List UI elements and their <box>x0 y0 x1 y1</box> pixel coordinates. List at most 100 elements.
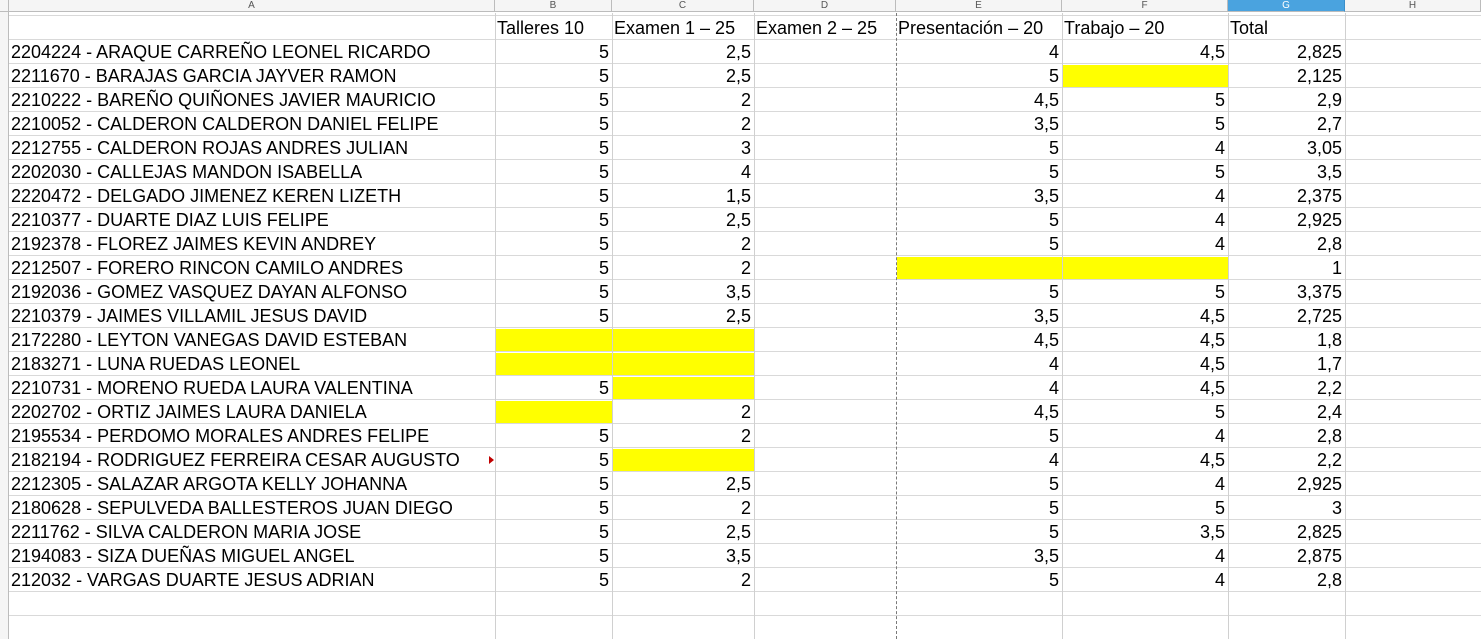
select-all-corner[interactable] <box>0 0 9 12</box>
grade-cell[interactable]: 1,7 <box>1229 352 1345 375</box>
grade-cell[interactable]: 5 <box>1063 88 1228 111</box>
grade-cell[interactable]: 2,5 <box>613 304 754 327</box>
grade-cell[interactable]: 4,5 <box>1063 352 1228 375</box>
grade-cell[interactable]: 3 <box>613 136 754 159</box>
grade-cell[interactable]: 4 <box>897 40 1062 63</box>
grade-cell[interactable]: 2,2 <box>1229 376 1345 399</box>
student-name-cell[interactable]: 2210731 - MORENO RUEDA LAURA VALENTINA <box>10 376 495 399</box>
column-header-d[interactable]: D <box>754 0 896 12</box>
grade-cell[interactable]: 4 <box>1063 472 1228 495</box>
grade-cell[interactable]: 3,5 <box>897 184 1062 207</box>
grade-cell[interactable]: 5 <box>496 544 612 567</box>
grade-cell[interactable]: 5 <box>496 160 612 183</box>
student-name-cell[interactable]: 2182194 - RODRIGUEZ FERREIRA CESAR AUGUS… <box>10 448 495 471</box>
student-name-cell[interactable]: 2210222 - BAREÑO QUIÑONES JAVIER MAURICI… <box>10 88 495 111</box>
grade-cell[interactable]: 5 <box>897 64 1062 87</box>
grade-cell[interactable]: 4,5 <box>1063 304 1228 327</box>
grade-cell[interactable]: 2,5 <box>613 208 754 231</box>
grade-cell[interactable]: 2 <box>613 424 754 447</box>
grade-cell[interactable]: 5 <box>1063 496 1228 519</box>
grade-cell[interactable]: 5 <box>1063 280 1228 303</box>
grade-cell[interactable]: 5 <box>1063 112 1228 135</box>
grade-cell[interactable]: 2,825 <box>1229 40 1345 63</box>
grade-cell[interactable]: 2,4 <box>1229 400 1345 423</box>
header-cell-c[interactable]: Examen 1 – 25 <box>613 16 754 39</box>
grade-cell[interactable]: 5 <box>496 232 612 255</box>
student-name-cell[interactable]: 2202702 - ORTIZ JAIMES LAURA DANIELA <box>10 400 495 423</box>
grade-cell[interactable]: 5 <box>496 568 612 591</box>
grade-cell[interactable]: 2 <box>613 112 754 135</box>
grade-cell[interactable]: 3,5 <box>897 544 1062 567</box>
student-name-cell[interactable]: 2212755 - CALDERON ROJAS ANDRES JULIAN <box>10 136 495 159</box>
grade-cell[interactable]: 5 <box>496 376 612 399</box>
header-cell-e[interactable]: Presentación – 20 <box>897 16 1062 39</box>
grade-cell[interactable]: 3,5 <box>1063 520 1228 543</box>
grade-cell[interactable]: 2,2 <box>1229 448 1345 471</box>
grade-cell[interactable]: 2,7 <box>1229 112 1345 135</box>
grade-cell[interactable]: 4 <box>1063 544 1228 567</box>
grade-cell[interactable]: 3,5 <box>897 304 1062 327</box>
grade-cell[interactable]: 5 <box>496 496 612 519</box>
grade-cell[interactable]: 4 <box>1063 208 1228 231</box>
grade-cell[interactable]: 2 <box>613 256 754 279</box>
student-name-cell[interactable]: 2211670 - BARAJAS GARCIA JAYVER RAMON <box>10 64 495 87</box>
student-name-cell[interactable]: 2195534 - PERDOMO MORALES ANDRES FELIPE <box>10 424 495 447</box>
student-name-cell[interactable]: 2212507 - FORERO RINCON CAMILO ANDRES <box>10 256 495 279</box>
grade-cell[interactable]: 5 <box>496 520 612 543</box>
student-name-cell[interactable]: 2212305 - SALAZAR ARGOTA KELLY JOHANNA <box>10 472 495 495</box>
column-header-e[interactable]: E <box>896 0 1062 12</box>
grade-cell[interactable]: 5 <box>897 496 1062 519</box>
grade-cell[interactable]: 5 <box>897 472 1062 495</box>
grade-cell[interactable]: 5 <box>496 40 612 63</box>
row-header-strip[interactable] <box>0 12 9 639</box>
grade-cell[interactable]: 1,5 <box>613 184 754 207</box>
grade-cell[interactable]: 2,5 <box>613 40 754 63</box>
student-name-cell[interactable]: 2194083 - SIZA DUEÑAS MIGUEL ANGEL <box>10 544 495 567</box>
grade-cell[interactable]: 4 <box>897 352 1062 375</box>
student-name-cell[interactable]: 2210052 - CALDERON CALDERON DANIEL FELIP… <box>10 112 495 135</box>
grade-cell[interactable]: 5 <box>496 472 612 495</box>
header-cell-d[interactable]: Examen 2 – 25 <box>755 16 896 39</box>
grade-cell[interactable]: 2 <box>613 568 754 591</box>
grade-cell[interactable]: 3,05 <box>1229 136 1345 159</box>
column-header-f[interactable]: F <box>1062 0 1228 12</box>
grade-cell[interactable]: 4,5 <box>1063 40 1228 63</box>
student-name-cell[interactable]: 2210379 - JAIMES VILLAMIL JESUS DAVID <box>10 304 495 327</box>
grade-cell[interactable]: 4 <box>1063 184 1228 207</box>
grade-cell[interactable]: 2,8 <box>1229 232 1345 255</box>
grade-cell[interactable]: 3,5 <box>613 280 754 303</box>
grade-cell[interactable]: 4,5 <box>1063 376 1228 399</box>
grade-cell[interactable]: 2,9 <box>1229 88 1345 111</box>
grade-cell[interactable]: 4,5 <box>897 328 1062 351</box>
grade-cell[interactable]: 2 <box>613 88 754 111</box>
grade-cell[interactable]: 5 <box>496 208 612 231</box>
grade-cell[interactable]: 3,5 <box>1229 160 1345 183</box>
grade-cell[interactable]: 5 <box>496 256 612 279</box>
grade-cell[interactable]: 2,125 <box>1229 64 1345 87</box>
student-name-cell[interactable]: 2202030 - CALLEJAS MANDON ISABELLA <box>10 160 495 183</box>
grade-cell[interactable]: 2,5 <box>613 472 754 495</box>
grade-cell[interactable]: 4 <box>1063 424 1228 447</box>
grade-cell[interactable]: 5 <box>897 208 1062 231</box>
grade-cell[interactable]: 5 <box>496 304 612 327</box>
grade-cell[interactable]: 4 <box>1063 232 1228 255</box>
column-header-h[interactable]: H <box>1345 0 1481 12</box>
grade-cell[interactable]: 2 <box>613 232 754 255</box>
grade-cell[interactable]: 5 <box>897 424 1062 447</box>
grade-cell[interactable]: 5 <box>897 520 1062 543</box>
grade-cell[interactable]: 3,375 <box>1229 280 1345 303</box>
student-name-cell[interactable]: 2204224 - ARAQUE CARREÑO LEONEL RICARDO <box>10 40 495 63</box>
student-name-cell[interactable]: 2192378 - FLOREZ JAIMES KEVIN ANDREY <box>10 232 495 255</box>
grade-cell[interactable]: 3,5 <box>897 112 1062 135</box>
header-cell-f[interactable]: Trabajo – 20 <box>1063 16 1228 39</box>
grade-cell[interactable]: 5 <box>496 88 612 111</box>
grade-cell[interactable]: 5 <box>496 112 612 135</box>
grade-cell[interactable]: 4 <box>897 448 1062 471</box>
grade-cell[interactable]: 2,825 <box>1229 520 1345 543</box>
grade-cell[interactable]: 5 <box>496 448 612 471</box>
student-name-cell[interactable]: 2180628 - SEPULVEDA BALLESTEROS JUAN DIE… <box>10 496 495 519</box>
grade-cell[interactable]: 3,5 <box>613 544 754 567</box>
grade-cell[interactable]: 4 <box>1063 568 1228 591</box>
grade-cell[interactable]: 5 <box>897 568 1062 591</box>
header-cell-g[interactable]: Total <box>1229 16 1345 39</box>
